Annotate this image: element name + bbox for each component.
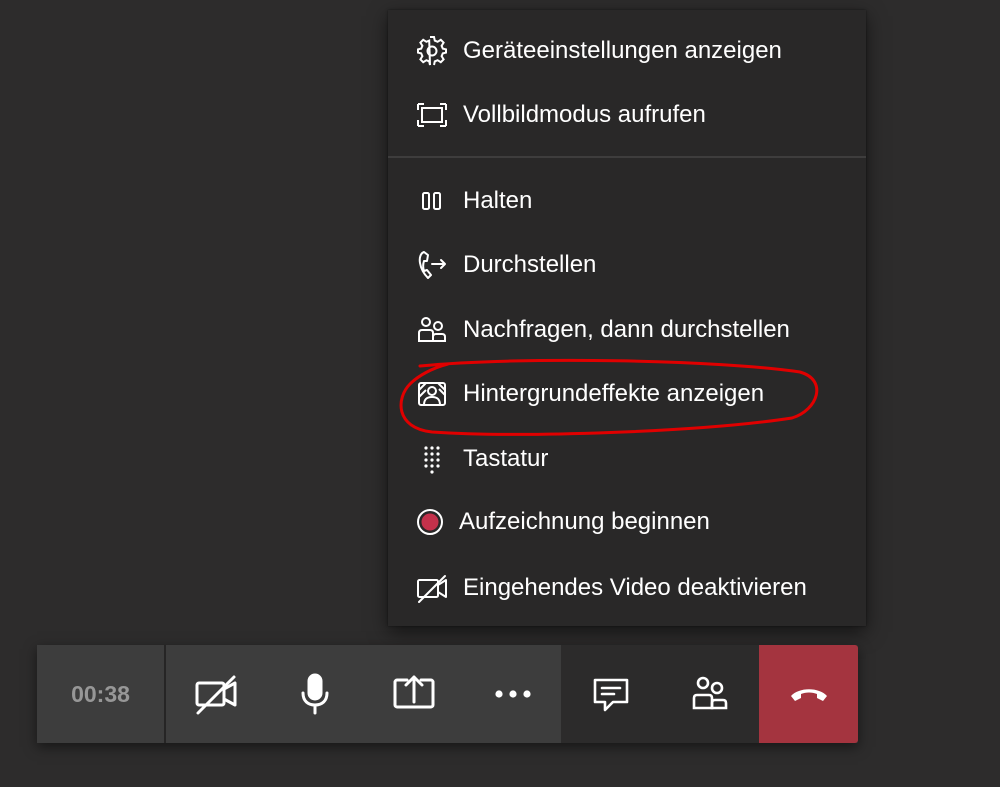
menu-item-label: Tastatur <box>463 445 549 472</box>
hang-up-button[interactable] <box>759 645 858 743</box>
participants-button[interactable] <box>660 645 759 743</box>
call-toolbar: 00:38 <box>37 645 858 743</box>
microphone-icon <box>293 672 337 716</box>
hang-up-icon-wrapper <box>759 645 858 743</box>
share-screen-button[interactable] <box>364 645 463 743</box>
menu-divider <box>388 156 866 158</box>
menu-item-background-effects[interactable]: Hintergrundeffekte anzeigen <box>388 369 866 419</box>
fullscreen-icon <box>416 99 448 131</box>
camera-off-button[interactable] <box>166 645 265 743</box>
chat-button[interactable] <box>561 645 660 743</box>
menu-item-disable-incoming-video[interactable]: Eingehendes Video deaktivieren <box>388 563 866 613</box>
menu-item-fullscreen[interactable]: Vollbildmodus aufrufen <box>388 90 866 140</box>
menu-item-hold[interactable]: Halten <box>388 176 866 226</box>
menu-item-label: Vollbildmodus aufrufen <box>463 101 706 128</box>
menu-item-label: Nachfragen, dann durchstellen <box>463 316 790 343</box>
more-actions-button[interactable] <box>463 645 562 743</box>
call-more-actions-menu: Geräteeinstellungen anzeigen Vollbildmod… <box>388 10 866 626</box>
participants-icon <box>690 674 730 714</box>
dialpad-icon <box>416 443 448 475</box>
call-duration: 00:38 <box>71 680 130 707</box>
phone-transfer-icon <box>416 249 448 281</box>
menu-item-start-recording[interactable]: Aufzeichnung beginnen <box>388 497 866 547</box>
toolbar-secondary-controls <box>561 645 759 743</box>
video-off-icon <box>416 572 448 604</box>
menu-item-dialpad[interactable]: Tastatur <box>388 434 866 484</box>
microphone-button[interactable] <box>265 645 364 743</box>
phone-hang-up-icon <box>787 672 831 716</box>
menu-item-consult-transfer[interactable]: Nachfragen, dann durchstellen <box>388 305 866 355</box>
menu-item-transfer[interactable]: Durchstellen <box>388 240 866 290</box>
menu-item-label: Durchstellen <box>463 251 597 278</box>
record-icon <box>416 506 448 538</box>
menu-item-device-settings[interactable]: Geräteeinstellungen anzeigen <box>388 26 866 76</box>
share-screen-icon <box>392 672 436 716</box>
menu-item-label: Aufzeichnung beginnen <box>459 508 710 535</box>
menu-item-label: Geräteeinstellungen anzeigen <box>463 37 782 64</box>
pause-icon <box>416 185 448 217</box>
chat-icon <box>591 674 631 714</box>
call-timer: 00:38 <box>37 645 164 743</box>
more-icon <box>491 672 535 716</box>
menu-item-label: Halten <box>463 187 533 214</box>
people-icon <box>416 314 448 346</box>
gear-icon <box>416 35 448 67</box>
camera-off-icon <box>194 672 238 716</box>
menu-item-label: Hintergrundeffekte anzeigen <box>463 380 765 407</box>
toolbar-main-controls <box>166 645 561 743</box>
background-effects-icon <box>416 378 448 410</box>
menu-item-label: Eingehendes Video deaktivieren <box>463 574 807 601</box>
